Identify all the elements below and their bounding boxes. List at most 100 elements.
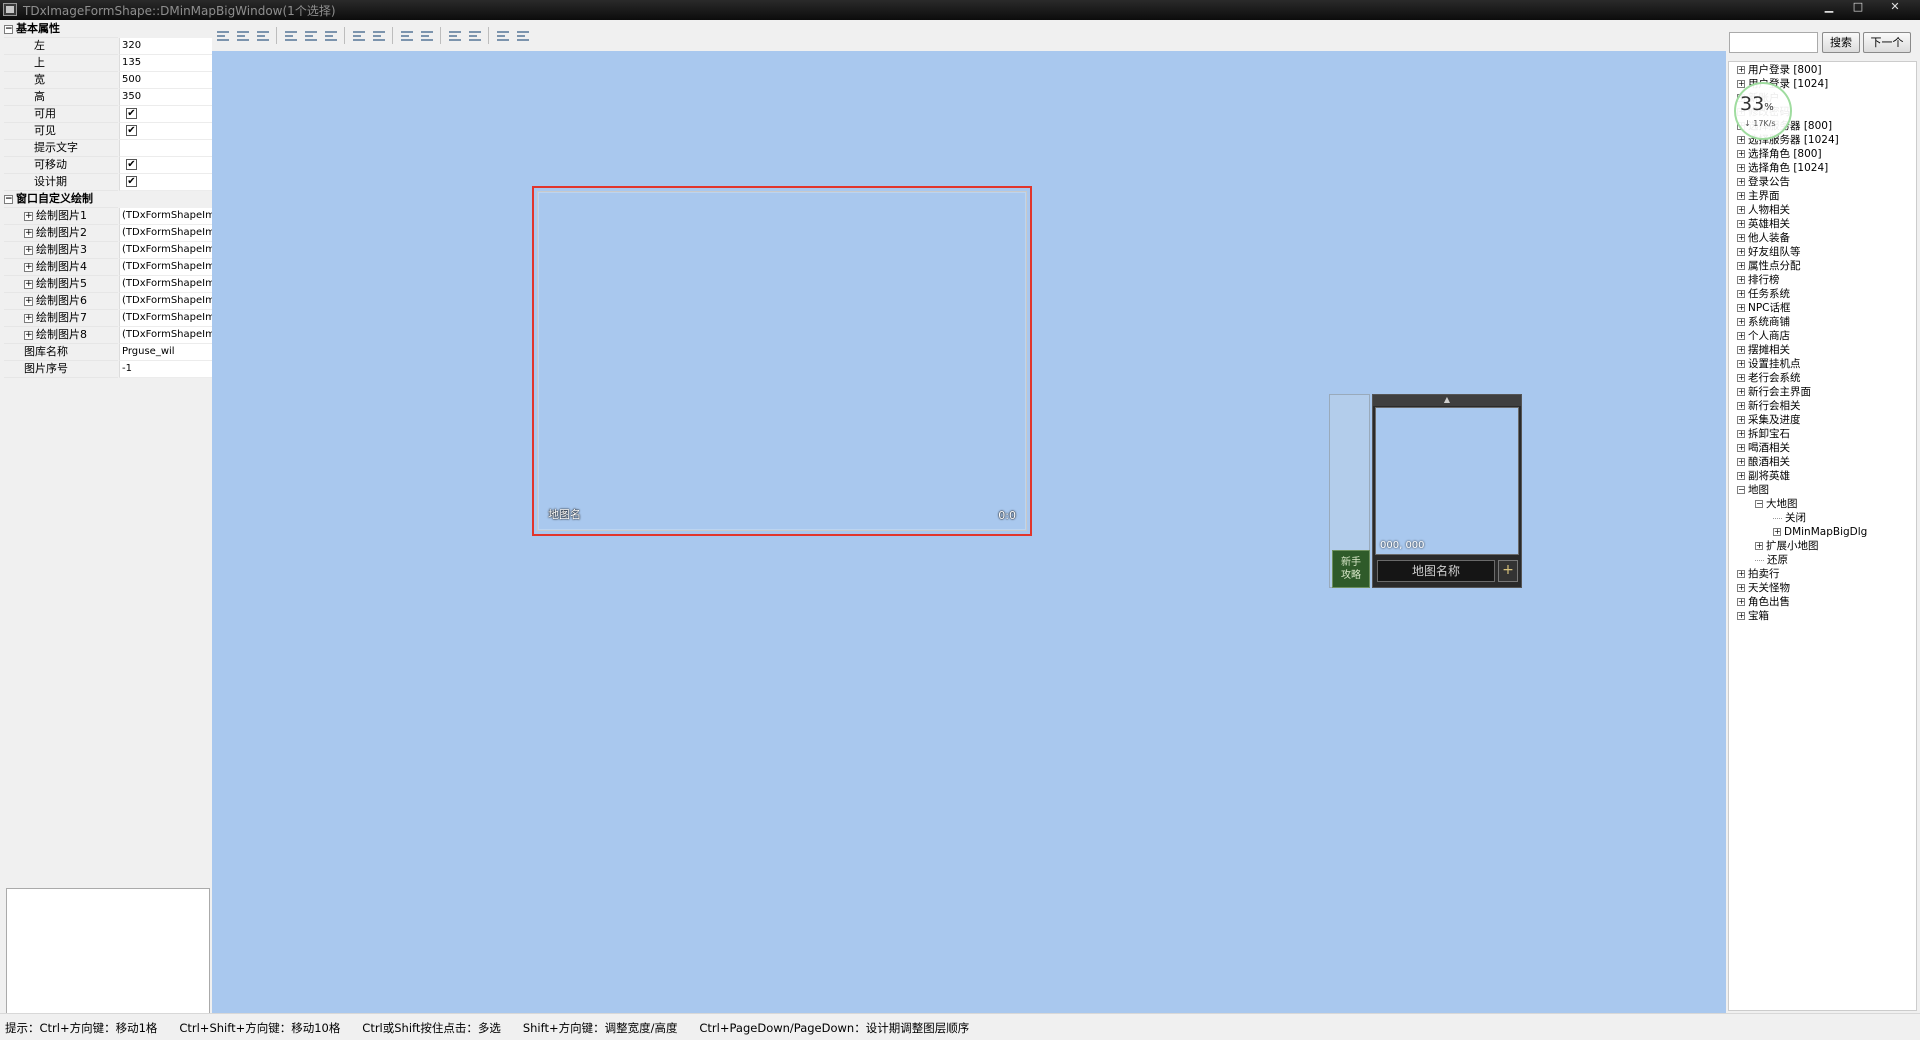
tree-node[interactable]: + 角色出售 bbox=[1737, 596, 1790, 610]
tree-node[interactable]: + 选择角色 [800] bbox=[1737, 148, 1822, 162]
property-row[interactable]: 可移动 ✔ bbox=[2, 157, 212, 174]
property-row[interactable]: + 绘制图片6 (TDxFormShapeIma bbox=[2, 293, 212, 310]
category-basic-properties[interactable]: − 基本属性 bbox=[2, 21, 212, 38]
expand-icon[interactable]: + bbox=[1737, 416, 1745, 424]
minimize-button[interactable]: ▁ bbox=[1816, 0, 1842, 14]
expand-icon[interactable]: + bbox=[1755, 542, 1763, 550]
property-row[interactable]: + 绘制图片5 (TDxFormShapeIma bbox=[2, 276, 212, 293]
tree-node[interactable]: + 主界面 bbox=[1737, 190, 1780, 204]
tree-node[interactable]: 关闭 bbox=[1773, 512, 1806, 526]
expand-icon[interactable]: + bbox=[1737, 234, 1745, 242]
tree-node[interactable]: + 用户登录 [800] bbox=[1737, 64, 1822, 78]
expand-icon[interactable]: + bbox=[24, 279, 33, 289]
expand-icon[interactable]: + bbox=[24, 296, 33, 306]
bring-front-icon[interactable] bbox=[494, 27, 512, 43]
send-back-icon[interactable] bbox=[514, 27, 532, 43]
align-middle-icon[interactable] bbox=[302, 27, 320, 43]
property-row[interactable]: + 绘制图片8 (TDxFormShapeIma bbox=[2, 327, 212, 344]
tree-node[interactable]: + 属性点分配 bbox=[1737, 260, 1801, 274]
property-row[interactable]: 可见 ✔ bbox=[2, 123, 212, 140]
mini-map-widget[interactable]: 新手 攻略 ▲ 000, 000 地图名称 + bbox=[1329, 394, 1522, 588]
close-button[interactable]: ✕ bbox=[1882, 0, 1908, 14]
expand-icon[interactable]: + bbox=[1737, 318, 1745, 326]
expand-icon[interactable]: + bbox=[1737, 192, 1745, 200]
search-button[interactable]: 搜索 bbox=[1822, 32, 1860, 53]
search-input[interactable] bbox=[1729, 32, 1818, 53]
property-value[interactable]: ✔ bbox=[119, 106, 212, 123]
expand-icon[interactable]: + bbox=[24, 262, 33, 272]
newbie-guide-button[interactable]: 新手 攻略 bbox=[1332, 550, 1370, 588]
tree-node[interactable]: + 采集及进度 bbox=[1737, 414, 1801, 428]
expand-icon[interactable]: + bbox=[1737, 220, 1745, 228]
expand-icon[interactable]: + bbox=[1737, 346, 1745, 354]
design-canvas[interactable]: 地图名 0:0 新手 攻略 ▲ 000, 000 地图名称 + bbox=[212, 51, 1726, 1013]
tree-node[interactable]: + 英雄相关 bbox=[1737, 218, 1790, 232]
expand-icon[interactable]: + bbox=[1737, 304, 1745, 312]
tree-node[interactable]: + 个人商店 bbox=[1737, 330, 1790, 344]
property-row[interactable]: 可用 ✔ bbox=[2, 106, 212, 123]
tree-node[interactable]: + 酿酒相关 bbox=[1737, 456, 1790, 470]
tree-node[interactable]: + 拆卸宝石 bbox=[1737, 428, 1790, 442]
property-value[interactable]: 500 bbox=[119, 72, 212, 89]
property-value[interactable]: 135 bbox=[119, 55, 212, 72]
checkbox[interactable]: ✔ bbox=[126, 125, 137, 136]
next-button[interactable]: 下一个 bbox=[1863, 32, 1911, 53]
expand-icon[interactable]: + bbox=[1737, 66, 1745, 74]
checkbox[interactable]: ✔ bbox=[126, 108, 137, 119]
tree-node[interactable]: + 选择角色 [1024] bbox=[1737, 162, 1828, 176]
network-speed-widget[interactable]: 33% ↓ 17K/s bbox=[1734, 82, 1794, 142]
tree-node[interactable]: + 好友组队等 bbox=[1737, 246, 1801, 260]
align-right-icon[interactable] bbox=[254, 27, 272, 43]
tree-node[interactable]: + 设置挂机点 bbox=[1737, 358, 1801, 372]
expand-icon[interactable]: + bbox=[1737, 360, 1745, 368]
property-value[interactable]: (TDxFormShapeIma bbox=[119, 208, 212, 225]
align-center-icon[interactable] bbox=[234, 27, 252, 43]
tree-node[interactable]: + 扩展小地图 bbox=[1755, 540, 1819, 554]
expand-icon[interactable]: + bbox=[1737, 150, 1745, 158]
expand-icon[interactable]: + bbox=[1737, 430, 1745, 438]
expand-icon[interactable]: + bbox=[1737, 598, 1745, 606]
expand-icon[interactable]: + bbox=[24, 313, 33, 323]
property-row[interactable]: 左 320 bbox=[2, 38, 212, 55]
collapse-icon[interactable]: − bbox=[1755, 500, 1763, 508]
property-value[interactable]: (TDxFormShapeIma bbox=[119, 259, 212, 276]
maximize-button[interactable]: □ bbox=[1845, 0, 1871, 14]
tree-node[interactable]: + NPC话框 bbox=[1737, 302, 1791, 316]
tree-node[interactable]: + 摆摊相关 bbox=[1737, 344, 1790, 358]
property-row[interactable]: + 绘制图片1 (TDxFormShapeIma bbox=[2, 208, 212, 225]
property-value[interactable]: ✔ bbox=[119, 174, 212, 191]
collapse-icon[interactable]: − bbox=[4, 194, 13, 204]
tree-node[interactable]: + 系统商铺 bbox=[1737, 316, 1790, 330]
property-value[interactable]: ✔ bbox=[119, 123, 212, 140]
tree-node[interactable]: − 地图 bbox=[1737, 484, 1769, 498]
tree-node[interactable]: + 任务系统 bbox=[1737, 288, 1790, 302]
tree-node[interactable]: + DMinMapBigDlg bbox=[1773, 526, 1867, 540]
property-row[interactable]: 图库名称 Prguse_wil bbox=[2, 344, 212, 361]
expand-icon[interactable]: + bbox=[1737, 388, 1745, 396]
mini-map-collapse-arrow[interactable]: ▲ bbox=[1373, 395, 1521, 406]
expand-icon[interactable]: + bbox=[1737, 206, 1745, 214]
tree-node[interactable]: + 新行会相关 bbox=[1737, 400, 1801, 414]
expand-icon[interactable]: + bbox=[1737, 570, 1745, 578]
property-row[interactable]: 图片序号 -1 bbox=[2, 361, 212, 378]
expand-icon[interactable]: + bbox=[1737, 402, 1745, 410]
collapse-icon[interactable]: − bbox=[1737, 486, 1745, 494]
tree-node[interactable]: + 他人装备 bbox=[1737, 232, 1790, 246]
expand-icon[interactable]: + bbox=[1737, 290, 1745, 298]
property-value[interactable]: (TDxFormShapeIma bbox=[119, 276, 212, 293]
property-value[interactable]: (TDxFormShapeIma bbox=[119, 293, 212, 310]
property-value[interactable]: ✔ bbox=[119, 157, 212, 174]
tree-node[interactable]: + 人物相关 bbox=[1737, 204, 1790, 218]
property-row[interactable]: + 绘制图片2 (TDxFormShapeIma bbox=[2, 225, 212, 242]
property-value[interactable]: Prguse_wil bbox=[119, 344, 212, 361]
tree-node[interactable]: + 宝箱 bbox=[1737, 610, 1769, 624]
checkbox[interactable]: ✔ bbox=[126, 159, 137, 170]
property-value[interactable]: (TDxFormShapeIma bbox=[119, 242, 212, 259]
tree-node[interactable]: + 天关怪物 bbox=[1737, 582, 1790, 596]
property-value[interactable]: (TDxFormShapeIma bbox=[119, 310, 212, 327]
expand-icon[interactable]: + bbox=[24, 330, 33, 340]
selected-big-map-window[interactable]: 地图名 0:0 bbox=[532, 186, 1032, 536]
property-row[interactable]: + 绘制图片4 (TDxFormShapeIma bbox=[2, 259, 212, 276]
property-row[interactable]: + 绘制图片3 (TDxFormShapeIma bbox=[2, 242, 212, 259]
tree-node[interactable]: 还原 bbox=[1755, 554, 1788, 568]
